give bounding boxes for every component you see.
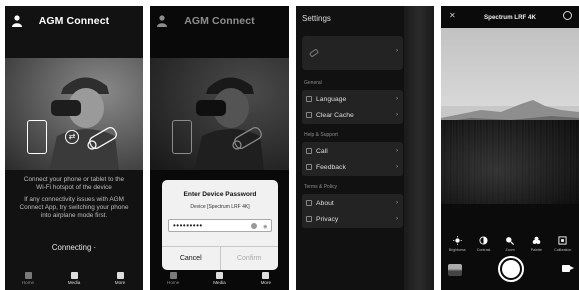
contrast-tool[interactable]: Contrast xyxy=(472,236,496,252)
clear-cache-row[interactable]: Clear Cache › xyxy=(302,107,403,123)
camera-toolbar: Brightness Contrast Zoom Palette Calibra… xyxy=(441,236,579,252)
tab-home[interactable]: Home xyxy=(13,272,43,285)
user-icon[interactable] xyxy=(12,15,22,27)
tab-more[interactable]: More xyxy=(105,272,135,285)
connect-instruction: Connect your phone or tablet to the Wi-F… xyxy=(23,176,125,191)
app-header: AGM Connect xyxy=(5,6,143,36)
brightness-icon xyxy=(452,236,462,245)
gallery-thumbnail[interactable] xyxy=(448,264,462,276)
palette-icon xyxy=(532,236,541,244)
camera-screen: ✕ Spectrum LRF 4K Brightness Contrast Zo… xyxy=(441,6,579,290)
settings-screen: Settings › General Language › Clear Cache… xyxy=(296,6,434,290)
chevron-right-icon: › xyxy=(396,112,398,118)
tab-media[interactable]: Media xyxy=(59,272,89,285)
media-icon xyxy=(215,272,223,279)
feedback-row[interactable]: Feedback › xyxy=(302,159,403,175)
dialog-title: Enter Device Password xyxy=(183,191,257,198)
calibration-icon xyxy=(558,236,567,245)
section-general: General xyxy=(304,80,322,86)
section-terms: Terms & Policy xyxy=(304,184,338,190)
bottom-tabbar: Home Media More xyxy=(150,270,289,290)
capture-bar xyxy=(441,256,579,286)
link-icon: ⇄ xyxy=(65,130,79,144)
cancel-button[interactable]: Cancel xyxy=(162,247,221,270)
settings-icon[interactable] xyxy=(563,11,572,20)
zoom-icon xyxy=(506,237,515,245)
contrast-icon xyxy=(479,236,488,245)
connection-status: Connecting · xyxy=(51,243,97,252)
page-title: Settings xyxy=(302,14,331,23)
scope-icon xyxy=(87,127,117,150)
connect-screen: AGM Connect ⇄ Connect your phone or tabl… xyxy=(5,6,143,290)
connection-status-label: Connecting xyxy=(51,243,92,252)
tab-home[interactable]: Home xyxy=(158,272,188,285)
confirm-button[interactable]: Confirm xyxy=(221,247,279,270)
device-title: Spectrum LRF 4K xyxy=(484,13,536,21)
zoom-tool[interactable]: Zoom xyxy=(498,236,522,252)
hunter-illustration xyxy=(49,77,119,170)
about-row[interactable]: About › xyxy=(302,195,403,211)
camera-header: ✕ Spectrum LRF 4K xyxy=(441,6,579,28)
privacy-icon xyxy=(306,216,312,222)
password-screen: AGM Connect Enter Device Password Device… xyxy=(150,6,289,290)
device-icon xyxy=(309,49,319,57)
clear-cache-icon xyxy=(306,112,312,118)
background-panel xyxy=(404,6,434,290)
section-help: Help & Support xyxy=(304,132,338,138)
password-dialog: Enter Device Password Device [Spectrum L… xyxy=(162,180,278,270)
close-icon[interactable]: ✕ xyxy=(449,11,456,20)
chevron-right-icon: › xyxy=(396,96,398,102)
palette-tool[interactable]: Palette xyxy=(524,236,548,252)
call-row[interactable]: Call › xyxy=(302,143,403,159)
live-view[interactable] xyxy=(441,28,579,204)
calibration-tool[interactable]: Calibration xyxy=(551,236,575,252)
connect-hint: If any connectivity issues with AGM Conn… xyxy=(19,196,129,219)
chevron-right-icon: › xyxy=(396,164,398,170)
dialog-device-name: Device [Spectrum LRF 4K] xyxy=(190,204,250,210)
clear-icon[interactable] xyxy=(251,223,257,229)
app-title: AGM Connect xyxy=(38,15,110,27)
video-icon[interactable] xyxy=(562,265,574,272)
language-icon xyxy=(306,96,312,102)
bottom-tabbar: Home Media More xyxy=(5,270,143,290)
brightness-tool[interactable]: Brightness xyxy=(445,236,469,252)
more-icon xyxy=(262,272,270,279)
home-icon xyxy=(24,272,32,279)
password-value: ••••••••• xyxy=(173,221,203,230)
chevron-right-icon: › xyxy=(396,48,398,54)
show-password-icon[interactable]: ◉ xyxy=(263,222,268,233)
home-icon xyxy=(169,272,177,279)
device-card[interactable]: › xyxy=(302,36,403,70)
hero-image: ⇄ xyxy=(5,58,143,170)
phone-wifi-icon xyxy=(27,120,47,154)
chevron-right-icon: › xyxy=(396,200,398,206)
media-icon xyxy=(70,272,78,279)
privacy-row[interactable]: Privacy › xyxy=(302,211,403,227)
call-icon xyxy=(306,148,312,154)
tab-more[interactable]: More xyxy=(251,272,281,285)
shutter-button[interactable] xyxy=(498,256,524,282)
dialog-buttons: Cancel Confirm xyxy=(162,246,278,270)
chevron-right-icon: › xyxy=(396,216,398,222)
more-icon xyxy=(116,272,124,279)
feedback-icon xyxy=(306,164,312,170)
language-row[interactable]: Language › xyxy=(302,91,403,107)
chevron-right-icon: › xyxy=(396,148,398,154)
about-icon xyxy=(306,200,312,206)
tab-media[interactable]: Media xyxy=(204,272,234,285)
password-input[interactable]: ••••••••• ◉ xyxy=(168,219,272,232)
